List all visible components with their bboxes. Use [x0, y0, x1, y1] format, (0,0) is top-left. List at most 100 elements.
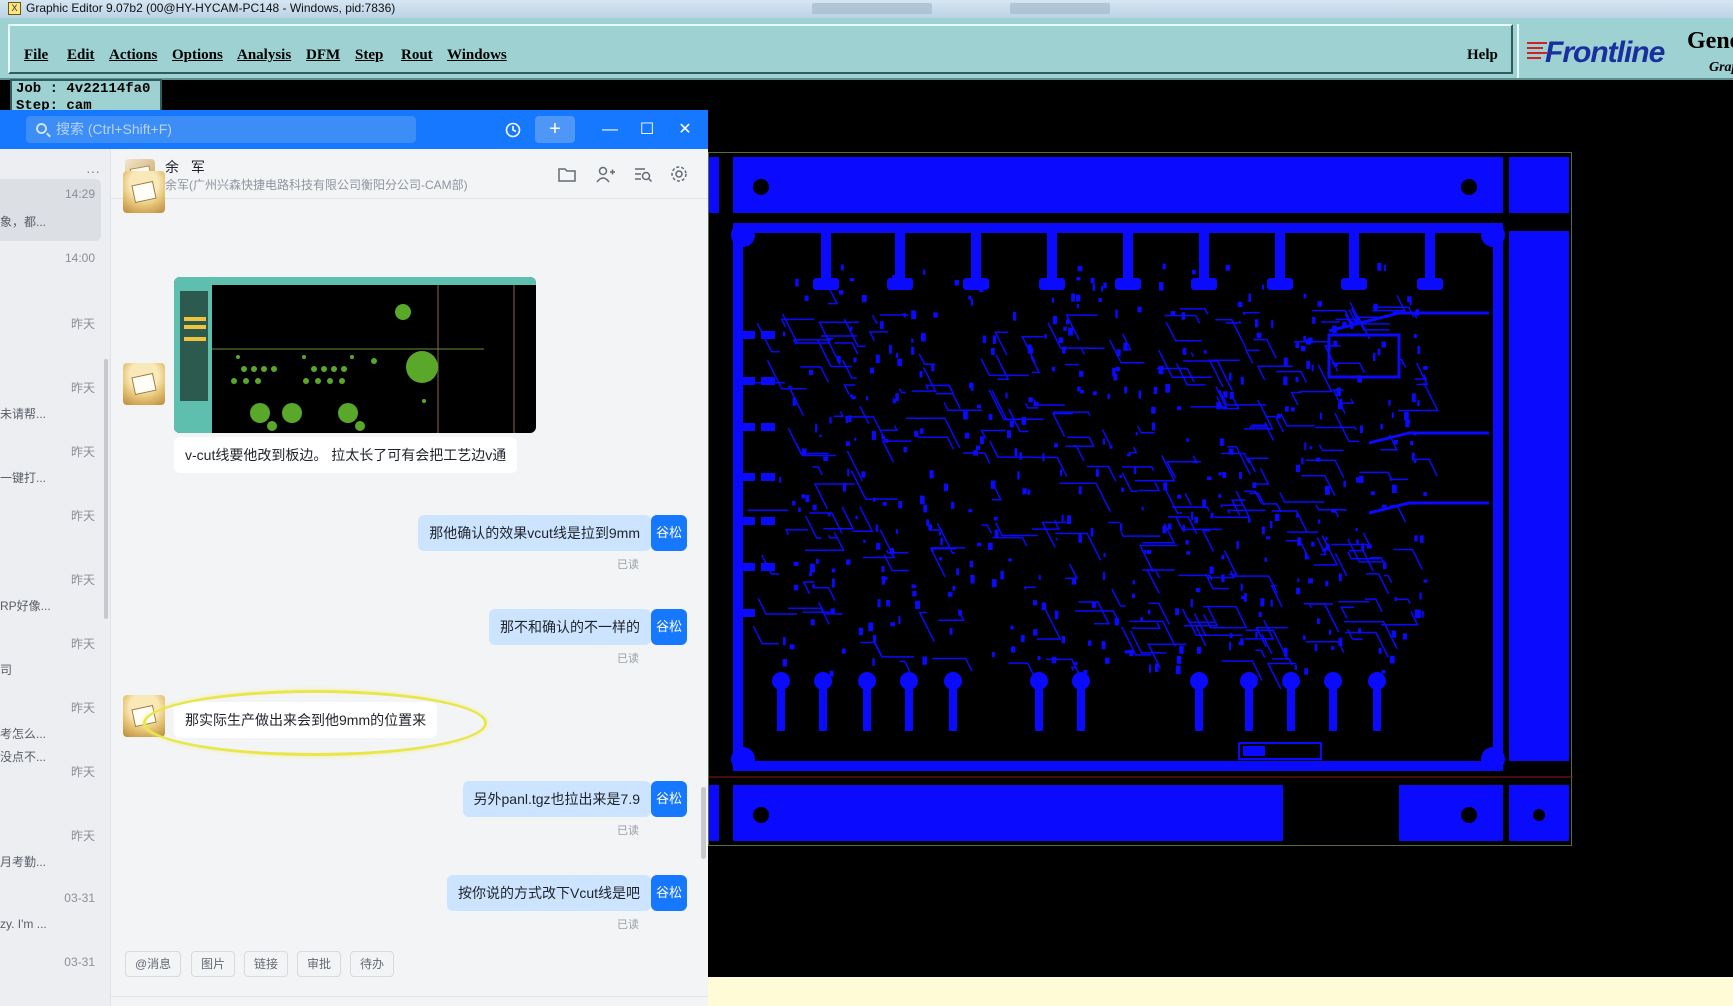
- conversation-list-item[interactable]: 昨天: [0, 307, 101, 369]
- conversation-time: 昨天: [70, 573, 95, 587]
- quick-todo[interactable]: 待办: [350, 951, 395, 977]
- chat-titlebar: 搜索 (Ctrl+Shift+F) + — ☐ ✕: [0, 110, 708, 149]
- cam-status-strip: [708, 977, 1733, 1006]
- conversation-list-item[interactable]: 昨天 RP好像...: [0, 563, 101, 625]
- my-message-bubble[interactable]: 那不和确认的不一样的: [489, 609, 651, 645]
- conversation-time: 昨天: [70, 445, 95, 459]
- conversation-header: 余 军 余军(广州兴森快捷电路科技有限公司衡阳分公司-CAM部): [111, 149, 708, 199]
- minimize-button[interactable]: —: [596, 116, 624, 143]
- conversation-snippet: 月考勤...: [0, 855, 47, 869]
- my-message-bubble[interactable]: 按你说的方式改下Vcut线是吧: [446, 875, 651, 911]
- product-subtitle: Grap: [1709, 60, 1733, 75]
- my-avatar[interactable]: 谷松: [651, 781, 687, 817]
- chat-window: 搜索 (Ctrl+Shift+F) + — ☐ ✕ ··· 14:29 象，都..…: [0, 110, 708, 1006]
- conversation-scrollbar[interactable]: [701, 787, 706, 859]
- conversation-time: 昨天: [70, 637, 95, 651]
- my-message-bubble[interactable]: 那他确认的效果vcut线是拉到9mm: [418, 515, 651, 551]
- cam-screenshot-thumbnail: [174, 277, 536, 433]
- quick-link[interactable]: 链接: [244, 951, 289, 977]
- close-button[interactable]: ✕: [671, 116, 699, 143]
- conversation-list-item[interactable]: 昨天未请帮...: [0, 371, 101, 433]
- menu-analysis[interactable]: Analysis: [237, 47, 291, 64]
- conversation-time: 昨天: [70, 509, 95, 523]
- conversation-snippet: 象，都...: [0, 215, 47, 229]
- history-icon: [505, 122, 521, 138]
- background-window-ghost: [1010, 3, 1110, 14]
- cam-menubar: File Edit Actions Options Analysis DFM S…: [0, 18, 1733, 80]
- conversation-time: 昨天: [70, 829, 95, 843]
- conversation-list-item[interactable]: 昨天: [0, 499, 101, 561]
- menu-dfm[interactable]: DFM: [306, 47, 340, 64]
- my-avatar[interactable]: 谷松: [651, 609, 687, 645]
- frontline-logo: Frontline: [1545, 36, 1665, 69]
- menu-step[interactable]: Step: [355, 47, 383, 64]
- menu-actions[interactable]: Actions: [109, 47, 157, 64]
- conversation-list-item[interactable]: 03-31 zy. I'm ...: [0, 883, 101, 945]
- menu-options[interactable]: Options: [172, 47, 223, 64]
- quick-approval[interactable]: 审批: [297, 951, 342, 977]
- folder-icon[interactable]: [557, 165, 577, 183]
- read-status: 已读: [617, 559, 639, 571]
- conversation-snippet: 一键打...: [0, 471, 47, 485]
- app-icon: X: [8, 2, 21, 15]
- pcb-board-graphic: [709, 157, 1573, 841]
- job-line: Job : 4v22114fa0: [16, 81, 151, 97]
- conversation-time: 03-31: [64, 891, 95, 905]
- cam-window-title: Graphic Editor 9.07b2 (00@HY-HYCAM-PC148…: [26, 1, 396, 15]
- add-button[interactable]: +: [535, 116, 575, 143]
- menu-edit[interactable]: Edit: [67, 47, 95, 64]
- desktop: X Graphic Editor 9.07b2 (00@HY-HYCAM-PC1…: [0, 0, 1733, 1006]
- conversation-snippet: 司: [0, 663, 13, 677]
- conversation-time: 14:29: [64, 187, 95, 201]
- quick-mention[interactable]: @消息: [125, 951, 182, 977]
- conversation-list-item[interactable]: 03-31: [0, 947, 101, 1006]
- conversation-pane: 余 军 余军(广州兴森快捷电路科技有限公司衡阳分公司-CAM部) v-cut线要…: [111, 149, 708, 1006]
- quick-image[interactable]: 图片: [191, 951, 236, 977]
- my-avatar[interactable]: 谷松: [651, 515, 687, 551]
- sender-avatar[interactable]: [123, 363, 165, 405]
- conversation-time: 昨天: [70, 381, 95, 395]
- frontline-brand: Frontline Gene Grap: [1517, 24, 1733, 78]
- settings-icon[interactable]: [669, 165, 689, 183]
- read-status: 已读: [617, 919, 639, 931]
- search-history-icon[interactable]: [633, 165, 653, 183]
- conversation-time: 昨天: [70, 765, 95, 779]
- menu-help[interactable]: Help: [1467, 47, 1498, 64]
- conversation-list-item[interactable]: 昨天月考勤...: [0, 819, 101, 881]
- conversation-list-item[interactable]: 昨天一键打...: [0, 435, 101, 497]
- sidebar-scrollbar[interactable]: [104, 359, 108, 619]
- more-icon[interactable]: ···: [86, 163, 100, 179]
- product-name: Gene: [1687, 28, 1733, 54]
- message-image[interactable]: [174, 277, 536, 433]
- history-button[interactable]: [498, 116, 528, 143]
- my-avatar[interactable]: 谷松: [651, 875, 687, 911]
- conversation-snippet: 未请帮...: [0, 407, 47, 421]
- conversation-snippet: zy. I'm ...: [0, 917, 47, 931]
- sender-avatar[interactable]: [123, 171, 165, 213]
- conversation-snippet: RP好像...: [0, 599, 51, 613]
- search-icon: [36, 123, 47, 134]
- cam-titlebar: X Graphic Editor 9.07b2 (00@HY-HYCAM-PC1…: [0, 0, 1733, 18]
- conversation-time: 03-31: [64, 955, 95, 969]
- contact-name[interactable]: 余 军: [165, 157, 209, 177]
- search-placeholder: 搜索 (Ctrl+Shift+F): [56, 121, 172, 137]
- menu-file[interactable]: File: [24, 47, 48, 64]
- maximize-button[interactable]: ☐: [633, 116, 661, 143]
- conversation-list-item[interactable]: 昨天司: [0, 627, 101, 689]
- conversation-list: ··· 14:29 象，都... 14:00 昨天 昨天 未请帮... 昨天 一键打... 昨天…: [0, 149, 111, 1006]
- conversation-list-item[interactable]: 14:00: [0, 243, 101, 305]
- search-input[interactable]: 搜索 (Ctrl+Shift+F): [26, 116, 416, 143]
- input-toolbar: [111, 996, 708, 1006]
- pcb-canvas[interactable]: [708, 152, 1573, 846]
- add-member-icon[interactable]: [595, 165, 615, 183]
- conversation-list-item[interactable]: 14:29 象，都...: [0, 179, 101, 241]
- conversation-list-item[interactable]: 昨天: [0, 755, 101, 817]
- message-bubble[interactable]: v-cut线要他改到板边。 拉太长了可有会把工艺边v通: [174, 437, 518, 473]
- read-status: 已读: [617, 653, 639, 665]
- menu-rout[interactable]: Rout: [401, 47, 433, 64]
- menu-panel: File Edit Actions Options Analysis DFM S…: [8, 24, 1513, 74]
- background-window-ghost: [812, 3, 932, 14]
- menu-windows[interactable]: Windows: [447, 47, 507, 64]
- conversation-time: 14:00: [64, 251, 95, 265]
- my-message-bubble[interactable]: 另外panl.tgz也拉出来是7.9: [462, 781, 651, 817]
